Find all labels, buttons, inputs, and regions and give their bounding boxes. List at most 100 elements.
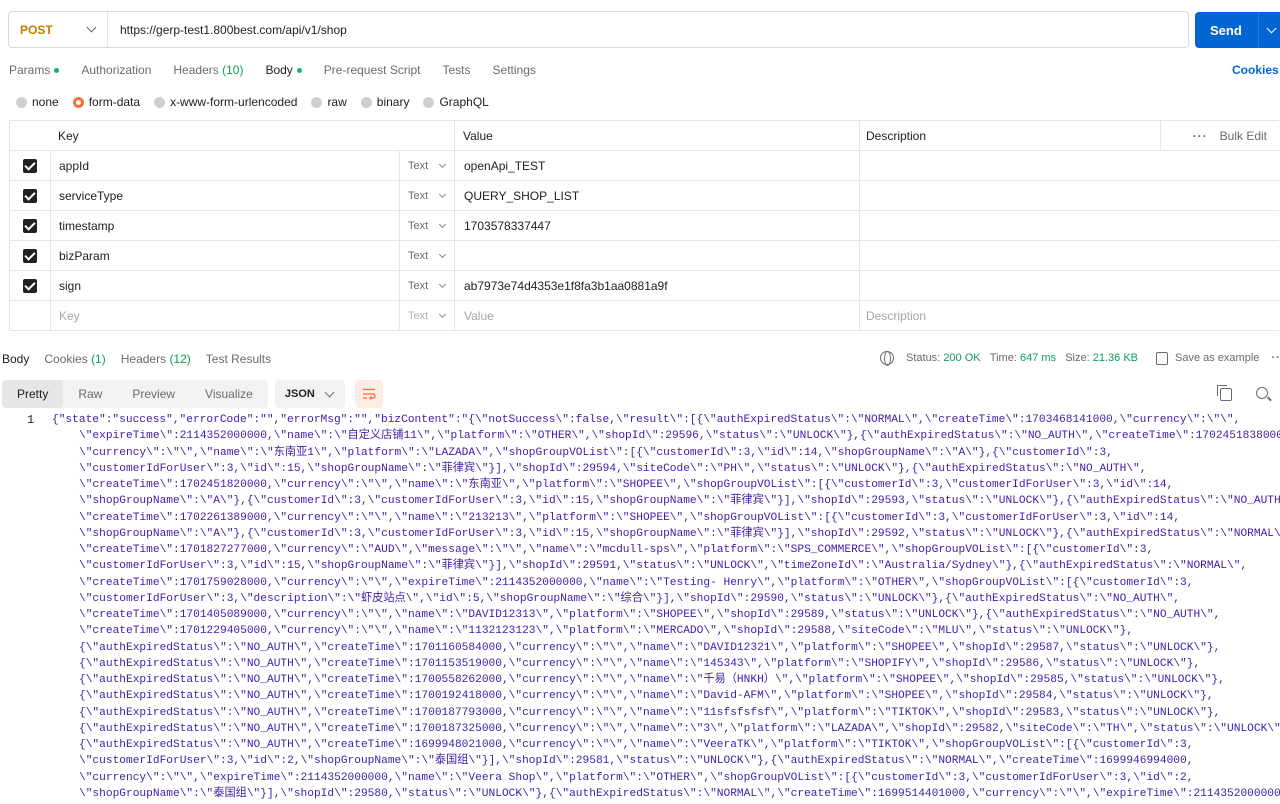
type-select[interactable]: Text: [400, 181, 455, 210]
response-tab-body[interactable]: Body: [2, 352, 29, 366]
radio-circle: [311, 96, 323, 108]
type-label: Text: [408, 249, 429, 262]
value-cell[interactable]: ab7973e74d4353e1f8fa3b1aa0881a9f: [455, 271, 860, 300]
description-cell[interactable]: [860, 271, 1279, 300]
view-pretty[interactable]: Pretty: [2, 380, 64, 408]
body-indicator-dot: [296, 67, 302, 73]
type-select[interactable]: Text: [400, 151, 455, 180]
cookies-link[interactable]: Cookies: [1232, 63, 1279, 77]
type-select[interactable]: Text: [400, 301, 455, 330]
method-label: POST: [20, 22, 53, 37]
row-checkbox[interactable]: [10, 271, 51, 300]
view-visualize[interactable]: Visualize: [190, 380, 268, 408]
chevron-down-icon[interactable]: [1266, 23, 1277, 33]
view-preview[interactable]: Preview: [117, 380, 190, 408]
radio-label: GraphQL: [439, 95, 489, 109]
key-cell[interactable]: timestamp: [51, 211, 400, 240]
more-options-icon[interactable]: ···: [1271, 352, 1280, 364]
response-tab-headers[interactable]: Headers (12): [121, 352, 191, 366]
chevron-down-icon: [438, 280, 447, 288]
radio-binary[interactable]: binary: [360, 95, 409, 109]
request-tabs: Params Authorization Headers (10) Body P…: [9, 62, 558, 78]
description-cell[interactable]: [860, 151, 1279, 180]
form-data-table: Key Value Description ··· Bulk Edit appI…: [9, 120, 1279, 331]
row-checkbox[interactable]: [10, 151, 51, 180]
tab-tests-label: Tests: [442, 63, 471, 77]
radio-circle: [154, 96, 166, 108]
line-number: 1: [27, 413, 35, 427]
value-cell[interactable]: 1703578337447: [455, 211, 860, 240]
key-cell[interactable]: serviceType: [51, 181, 400, 210]
globe-icon[interactable]: [880, 351, 894, 366]
format-select[interactable]: JSON: [274, 380, 345, 408]
response-headers-count: (12): [169, 352, 191, 366]
code-line: {\"authExpiredStatus\":\"NO_AUTH\",\"cre…: [79, 657, 1201, 670]
radio-urlencoded[interactable]: x-www-form-urlencoded: [154, 95, 297, 109]
radio-graphql[interactable]: GraphQL: [423, 95, 489, 109]
divider: [1159, 120, 1161, 151]
response-view-toolbar: Pretty Raw Preview Visualize JSON: [2, 380, 383, 408]
tab-authorization[interactable]: Authorization: [81, 62, 151, 78]
more-options-icon[interactable]: ···: [1193, 129, 1208, 143]
method-select[interactable]: POST: [9, 12, 108, 47]
save-as-example-button[interactable]: Save as example: [1175, 352, 1259, 364]
time-value[interactable]: 647 ms: [1020, 352, 1056, 364]
save-icon: [1156, 351, 1168, 365]
tab-settings[interactable]: Settings: [493, 62, 536, 78]
response-tab-cookies[interactable]: Cookies (1): [44, 352, 105, 366]
row-checkbox[interactable]: [10, 181, 51, 210]
status-value[interactable]: 200 OK: [943, 352, 980, 364]
tab-headers[interactable]: Headers (10): [173, 62, 243, 78]
tab-params-label: Params: [9, 63, 51, 77]
value-placeholder[interactable]: Value: [455, 301, 860, 330]
description-cell[interactable]: [860, 181, 1279, 210]
search-icon[interactable]: [1256, 387, 1268, 399]
bulk-edit-area: ··· Bulk Edit: [1159, 120, 1279, 151]
tab-body[interactable]: Body: [265, 62, 302, 78]
description-placeholder[interactable]: Description: [860, 301, 1279, 330]
response-tab-test-results[interactable]: Test Results: [206, 352, 271, 366]
type-select[interactable]: Text: [400, 271, 455, 300]
table-row-placeholder: Key Text Value Description: [10, 301, 1279, 331]
code-line: {\"authExpiredStatus\":\"NO_AUTH\",\"cre…: [79, 722, 1280, 735]
type-label: Text: [408, 279, 429, 292]
row-checkbox[interactable]: [10, 241, 51, 270]
description-cell[interactable]: [860, 211, 1279, 240]
radio-form-data[interactable]: form-data: [72, 95, 141, 109]
radio-label: form-data: [88, 95, 141, 109]
wrap-lines-button[interactable]: [354, 380, 383, 408]
radio-raw[interactable]: raw: [311, 95, 347, 109]
chevron-down-icon: [438, 250, 447, 258]
url-input[interactable]: [108, 12, 1188, 47]
tab-headers-label: Headers: [173, 63, 219, 77]
radio-none[interactable]: none: [16, 95, 59, 109]
type-select[interactable]: Text: [400, 241, 455, 270]
description-cell[interactable]: [860, 241, 1279, 270]
status-label: Status:: [906, 352, 941, 364]
key-placeholder[interactable]: Key: [51, 301, 400, 330]
copy-icon[interactable]: [1217, 385, 1232, 401]
value-cell[interactable]: QUERY_SHOP_LIST: [455, 181, 860, 210]
type-select[interactable]: Text: [400, 211, 455, 240]
tab-params[interactable]: Params: [9, 62, 60, 78]
code-line: \"createTime\":1701405089000,\"currency\…: [79, 609, 1221, 621]
value-cell[interactable]: [455, 241, 860, 270]
table-row: bizParam Text: [10, 241, 1279, 271]
size-value[interactable]: 21.36 KB: [1093, 352, 1138, 364]
key-cell[interactable]: sign: [51, 271, 400, 300]
code-line: \"createTime\":1702451820000,\"currency\…: [79, 479, 1174, 491]
bulk-edit-link[interactable]: Bulk Edit: [1220, 129, 1267, 143]
tab-prerequest-script[interactable]: Pre-request Script: [324, 62, 421, 78]
key-cell[interactable]: appId: [51, 151, 400, 180]
view-raw[interactable]: Raw: [63, 380, 117, 408]
value-cell[interactable]: openApi_TEST: [455, 151, 860, 180]
radio-label: none: [32, 95, 59, 109]
params-indicator-dot: [54, 67, 60, 73]
send-button[interactable]: Send: [1195, 12, 1280, 48]
tab-tests[interactable]: Tests: [443, 62, 471, 78]
code-line: \"currency\":\"\",\"name\":\"东南亚1\",\"pl…: [79, 446, 1113, 459]
row-checkbox[interactable]: [10, 211, 51, 240]
chevron-down-icon: [438, 160, 447, 168]
code-content[interactable]: {"state":"success","errorCode":"","error…: [52, 412, 1280, 802]
key-cell[interactable]: bizParam: [51, 241, 400, 270]
